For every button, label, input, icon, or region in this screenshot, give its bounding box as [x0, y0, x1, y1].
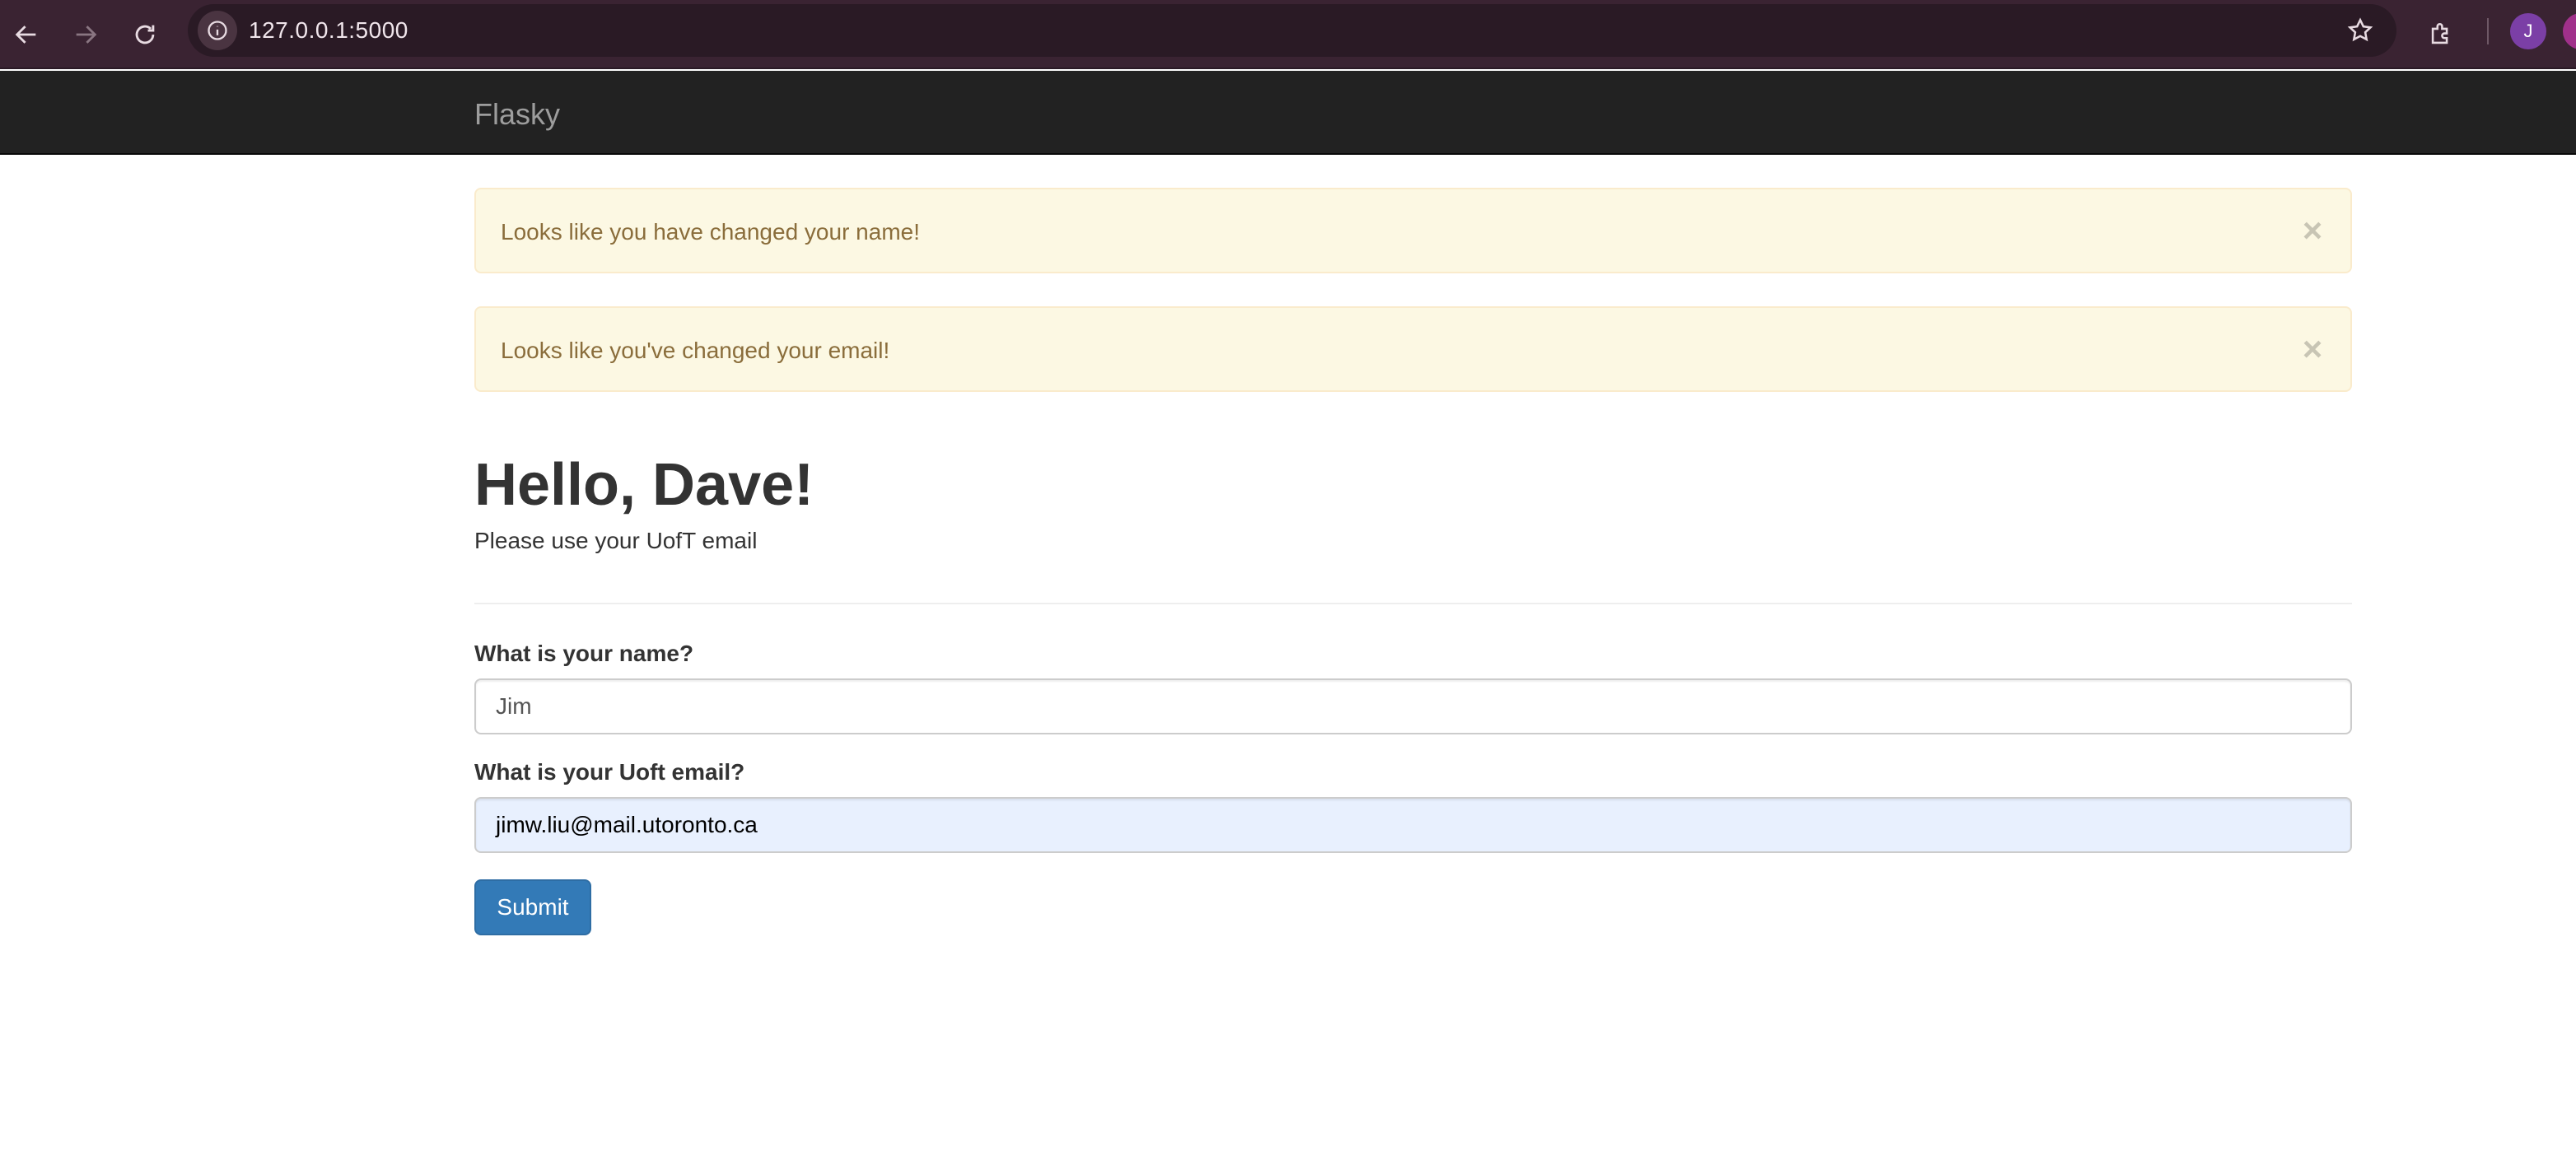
menu-avatar[interactable] — [2563, 13, 2576, 49]
forward-icon[interactable] — [63, 12, 109, 58]
navbar-brand[interactable]: Flasky — [474, 97, 560, 132]
name-group: What is your name? Jim — [474, 641, 2352, 734]
profile-avatar[interactable]: J — [2510, 13, 2546, 49]
close-icon[interactable]: × — [2298, 213, 2327, 248]
close-icon[interactable]: × — [2298, 332, 2327, 366]
email-group: What is your Uoft email? jimw.liu@mail.u… — [474, 759, 2352, 853]
extensions-icon[interactable] — [2418, 12, 2464, 58]
url-text[interactable]: 127.0.0.1:5000 — [249, 17, 408, 44]
reload-icon[interactable] — [122, 12, 168, 58]
submit-button[interactable]: Submit — [474, 879, 591, 935]
email-input[interactable]: jimw.liu@mail.utoronto.ca — [474, 797, 2352, 853]
page-title: Hello, Dave! — [474, 452, 814, 518]
alert-message: Looks like you have changed your name! — [501, 219, 920, 245]
site-info-icon[interactable] — [198, 11, 237, 50]
address-bar[interactable]: 127.0.0.1:5000 — [188, 4, 2396, 57]
alert-name-changed: Looks like you have changed your name! × — [474, 188, 2352, 273]
name-input[interactable]: Jim — [474, 678, 2352, 734]
user-form: What is your name? Jim What is your Uoft… — [474, 641, 2352, 935]
email-label: What is your Uoft email? — [474, 759, 745, 785]
page-header: Hello, Dave! Please use your UofT email — [474, 452, 2352, 554]
bookmark-star-icon[interactable] — [2344, 14, 2377, 47]
main-container: Looks like you have changed your name! ×… — [474, 188, 2352, 935]
alert-message: Looks like you've changed your email! — [501, 338, 890, 363]
alert-email-changed: Looks like you've changed your email! × — [474, 306, 2352, 392]
toolbar-divider — [2487, 18, 2489, 44]
header-divider — [474, 603, 2352, 604]
name-label: What is your name? — [474, 641, 694, 666]
page-subtitle: Please use your UofT email — [474, 528, 758, 554]
back-icon[interactable] — [3, 12, 49, 58]
browser-toolbar: 127.0.0.1:5000 J — [0, 0, 2576, 69]
navbar: Flasky — [0, 71, 2576, 155]
